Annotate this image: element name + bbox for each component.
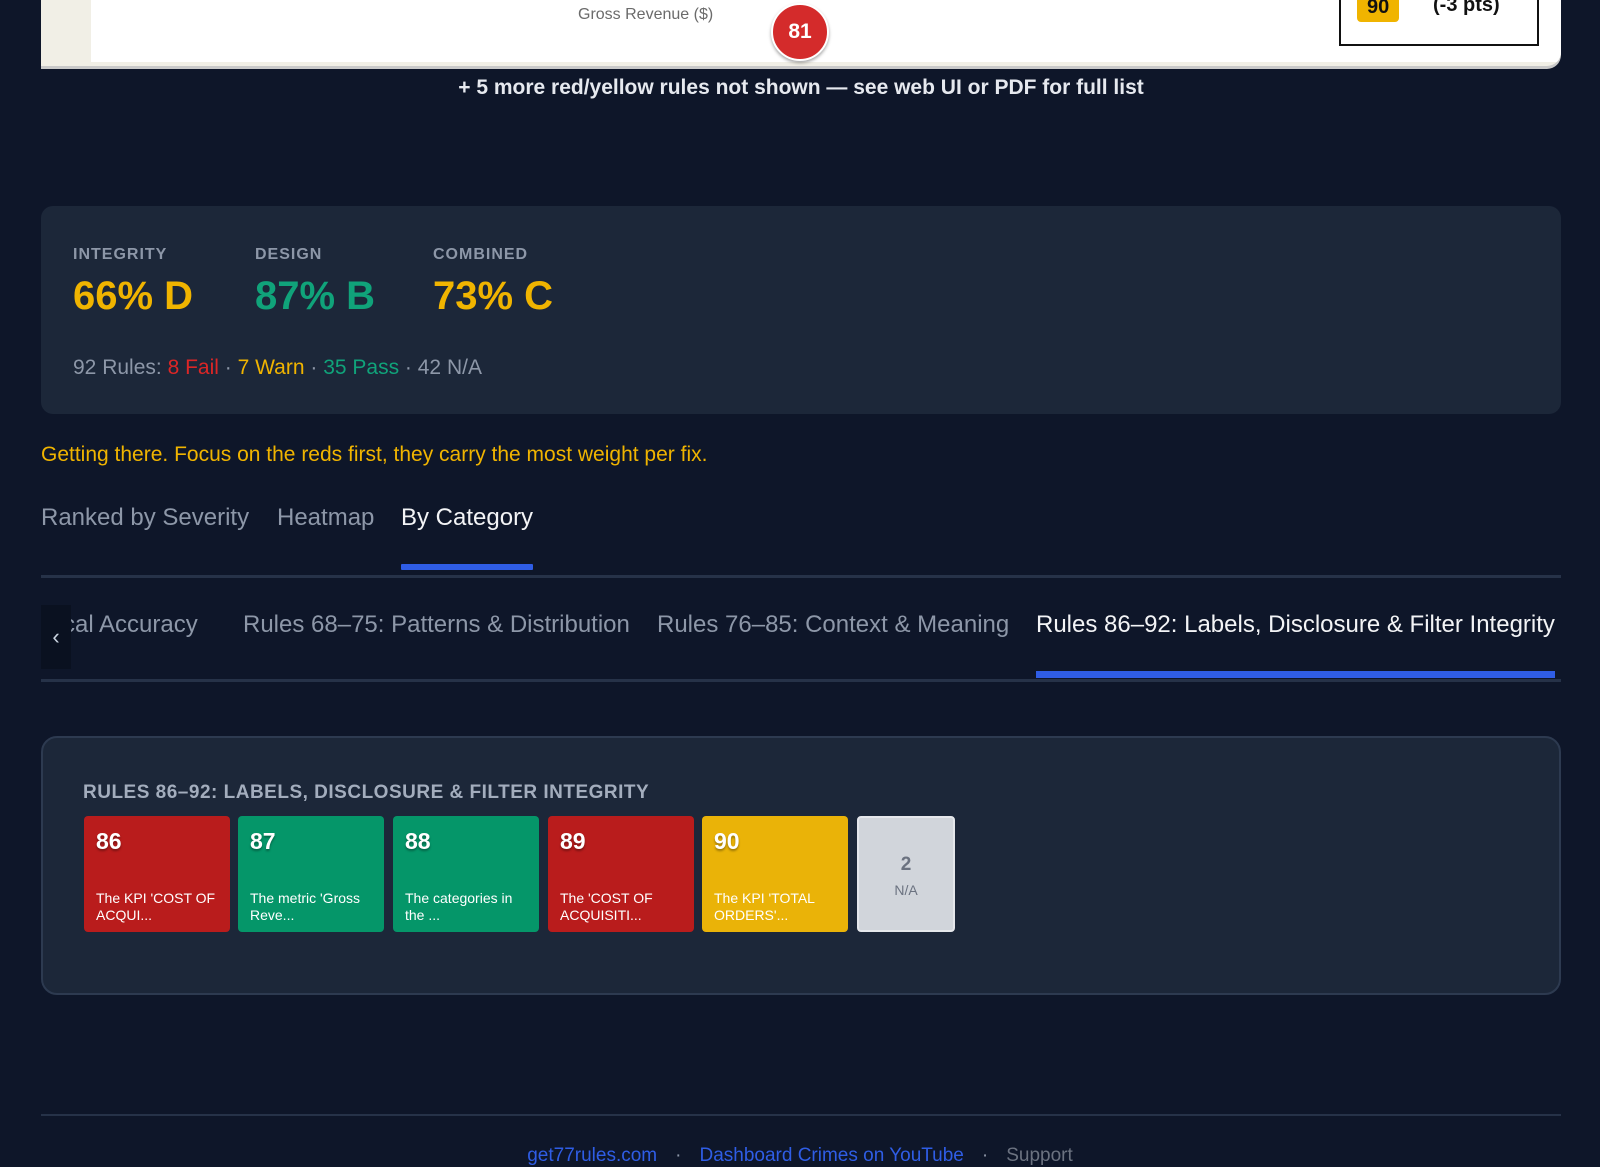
rule-tile-text: The KPI 'COST OF ACQUI...: [96, 890, 216, 923]
fail-count: 8 Fail: [167, 356, 219, 379]
tab-category-context[interactable]: Rules 76–85: Context & Meaning: [657, 611, 1009, 678]
category-tabs: tical Accuracy Rules 68–75: Patterns & D…: [41, 605, 1561, 683]
rule-tile-number: 87: [250, 828, 276, 854]
integrity-metric: INTEGRITY 66% D: [73, 246, 193, 319]
score-card: INTEGRITY 66% D DESIGN 87% B COMBINED 73…: [41, 206, 1561, 414]
tab-heatmap[interactable]: Heatmap: [277, 504, 374, 570]
chevron-left-icon: ‹: [52, 624, 60, 649]
score-message: Getting there. Focus on the reds first, …: [41, 443, 708, 466]
rule-tile-88[interactable]: 88 The categories in the ...: [393, 816, 539, 932]
rule-tile-number: 89: [560, 828, 586, 854]
pass-count: 35 Pass: [323, 356, 400, 379]
integrity-label: INTEGRITY: [73, 246, 168, 263]
na-tile[interactable]: 2 N/A: [857, 816, 955, 932]
tab-category-statistical-accuracy[interactable]: tical Accuracy: [51, 611, 198, 678]
tab-category-labels[interactable]: Rules 86–92: Labels, Disclosure & Filter…: [1036, 611, 1555, 678]
rule-tile-number: 90: [714, 828, 740, 854]
rule-summary-total: 92 Rules:: [73, 356, 168, 379]
tab-category-patterns[interactable]: Rules 68–75: Patterns & Distribution: [243, 611, 630, 678]
tab-ranked-by-severity[interactable]: Ranked by Severity: [41, 504, 249, 570]
rule-note-badge: 90: [1357, 0, 1400, 22]
rule-tile-number: 88: [405, 828, 431, 854]
warn-count: 7 Warn: [237, 356, 305, 379]
rule-tile-text: The categories in the ...: [405, 890, 513, 923]
rule-summary: 92 Rules: 8 Fail · 7 Warn · 35 Pass · 42…: [73, 356, 482, 380]
footer-support[interactable]: Support: [1006, 1145, 1073, 1166]
rule-tile-90[interactable]: 90 The KPI 'TOTAL ORDERS'...: [702, 816, 848, 932]
footer-separator: ·: [675, 1145, 682, 1166]
category-tabs-divider: [41, 679, 1561, 682]
tab-by-category[interactable]: By Category: [401, 504, 534, 570]
category-panel: RULES 86–92: LABELS, DISCLOSURE & FILTER…: [41, 736, 1561, 995]
footer-separator: ·: [981, 1145, 989, 1166]
footer-link-website[interactable]: get77rules.com: [527, 1145, 657, 1166]
rule-tile-86[interactable]: 86 The KPI 'COST OF ACQUI...: [84, 816, 230, 932]
more-rules-note: + 5 more red/yellow rules not shown — se…: [458, 76, 1144, 99]
design-value: 87% B: [255, 274, 376, 318]
category-panel-title: RULES 86–92: LABELS, DISCLOSURE & FILTER…: [83, 782, 650, 803]
footer-link-youtube[interactable]: Dashboard Crimes on YouTube: [699, 1145, 963, 1166]
combined-metric: COMBINED 73% C: [433, 246, 553, 319]
footer: get77rules.com · Dashboard Crimes on YouTu…: [0, 1145, 1600, 1167]
design-metric: DESIGN 87% B: [255, 246, 375, 319]
rule-tile-text: The metric 'Gross Reve...: [250, 890, 361, 923]
design-label: DESIGN: [255, 246, 323, 263]
chart-axis-title: Gross Revenue ($): [578, 6, 714, 23]
combined-value: 73% C: [433, 274, 554, 318]
rule-tile-89[interactable]: 89 The 'COST OF ACQUISITI...: [548, 816, 694, 932]
na-count: 42 N/A: [417, 356, 482, 379]
na-tile-label: N/A: [894, 882, 918, 898]
rule-marker: 81: [771, 3, 829, 61]
tabs-divider: [41, 575, 1561, 578]
rule-tile-text: The KPI 'TOTAL ORDERS'...: [714, 890, 815, 923]
view-tabs: Ranked by Severity Heatmap By Category: [41, 504, 1561, 578]
combined-label: COMBINED: [433, 246, 529, 263]
rule-note: 90 (-3 pts): [1339, 0, 1539, 46]
report-preview: Gross Revenue ($) 81 90 (-3 pts): [41, 0, 1561, 66]
summary-separator: ·: [304, 356, 324, 379]
integrity-value: 66% D: [73, 274, 194, 318]
rule-note-points: (-3 pts): [1433, 0, 1500, 16]
scroll-left-button[interactable]: ‹: [41, 605, 71, 669]
summary-separator: ·: [399, 356, 418, 379]
na-tile-count: 2: [900, 854, 912, 875]
rule-tile-87[interactable]: 87 The metric 'Gross Reve...: [238, 816, 384, 932]
rule-tile-text: The 'COST OF ACQUISITI...: [560, 890, 653, 923]
rule-tile-number: 86: [96, 828, 122, 854]
summary-separator: ·: [218, 356, 238, 379]
footer-divider: [41, 1114, 1561, 1116]
